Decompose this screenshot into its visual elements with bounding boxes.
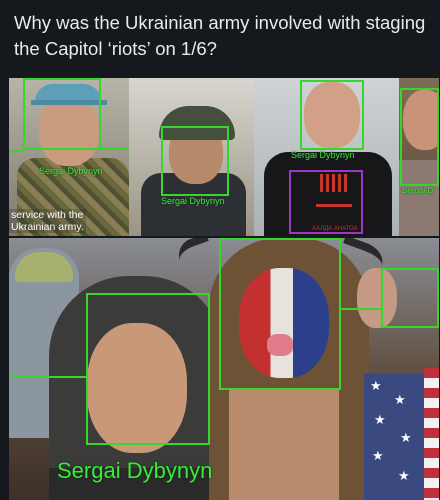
face-box-3 — [300, 80, 364, 150]
face-label-main: Sergai Dybynyn — [57, 458, 213, 483]
face-box-shaman — [219, 238, 341, 390]
top-photo-collage: ХАЛДА АНАТОА Sergai Dybynyn Sergai Dybyn… — [9, 78, 439, 236]
shirt-box — [289, 170, 363, 234]
face-box-1 — [23, 78, 101, 150]
caption-line-1: service with the — [11, 209, 84, 221]
face-box-hooded — [86, 293, 210, 445]
post-question: Why was the Ukrainian army involved with… — [14, 12, 426, 59]
face-label-4: Sergai D — [402, 186, 434, 195]
face-box-4 — [400, 88, 439, 186]
photo-caption: service with the Ukrainian army. — [9, 209, 86, 233]
face-label-1: Sergai Dybynyn — [39, 166, 103, 176]
bottom-photo: ★ ★ ★ ★ ★ ★ Sergai Dybynyn — [9, 238, 439, 500]
american-flag: ★ ★ ★ ★ ★ ★ — [364, 373, 428, 500]
face-label-2: Sergai Dybynyn — [161, 196, 225, 206]
face-box-2 — [161, 126, 229, 196]
caption-line-2: Ukrainian army. — [11, 221, 84, 233]
face-label-3: Sergai Dybynyn — [291, 150, 355, 160]
face-box-right — [381, 268, 439, 328]
